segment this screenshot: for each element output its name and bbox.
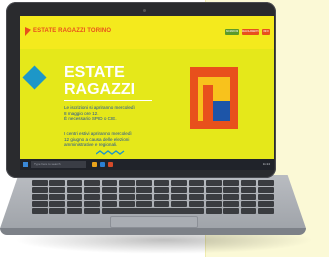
system-tray-clock[interactable]: 11:24 [263, 162, 270, 166]
keyboard-key [206, 187, 222, 193]
site-logo[interactable]: ESTATE RAGAZZI TORINO [33, 28, 111, 34]
keyboard-key [32, 208, 48, 214]
hero-paragraph-registration: Le iscrizioni si apriranno mercoledì 8 m… [64, 105, 135, 122]
keyboard-key [171, 201, 187, 207]
keyboard-key [188, 187, 205, 193]
nav-iscrizioni-button[interactable]: ISCRIZIONI [225, 29, 239, 35]
browser-icon[interactable] [100, 162, 105, 167]
laptop-lid: ESTATE RAGAZZI TORINO ISCRIZIONI REGOLAM… [6, 2, 276, 178]
title-underline [64, 100, 152, 101]
keyboard-key [66, 187, 83, 193]
keyboard-key [240, 194, 257, 200]
keyboard-key [49, 187, 65, 193]
hero-title-line1: ESTATE [64, 64, 125, 81]
keyboard-key [223, 208, 239, 214]
keyboard-key [206, 180, 222, 186]
keyboard-key [101, 201, 118, 207]
logo-flag-icon [25, 27, 31, 36]
keyboard-key [32, 201, 48, 207]
keyboard-key [119, 194, 135, 200]
keyboard-key [206, 194, 222, 200]
hero-illustration [190, 67, 238, 129]
windows-taskbar: Type here to search 11:24 [20, 159, 274, 170]
keyboard-key [66, 194, 83, 200]
keyboard-key [240, 201, 257, 207]
keyboard-key [101, 194, 118, 200]
keyboard-key [119, 187, 135, 193]
keyboard-key [223, 201, 239, 207]
keyboard-key [84, 201, 100, 207]
file-explorer-icon[interactable] [92, 162, 97, 167]
keyboard-key [119, 180, 135, 186]
keyboard-key [240, 208, 257, 214]
keyboard-key [136, 180, 152, 186]
keyboard-key [223, 187, 239, 193]
laptop-base-edge [0, 228, 306, 235]
keyboard-key [49, 194, 65, 200]
keyboard-key [119, 201, 135, 207]
start-windows-icon[interactable] [23, 162, 28, 167]
keyboard-key [171, 194, 187, 200]
wave-decoration-icon [96, 150, 125, 155]
keyboard-key [188, 180, 205, 186]
diamond-shape-icon [22, 65, 47, 90]
keyboard-key [153, 194, 170, 200]
keyboard-key [136, 201, 152, 207]
keyboard-key [258, 201, 274, 207]
keyboard-key [223, 194, 239, 200]
keyboard-key [101, 180, 118, 186]
keyboard-key [153, 180, 170, 186]
hero-title-line2: RAGAZZI [64, 81, 136, 98]
hero-banner: ESTATE RAGAZZI Le iscrizioni si aprirann… [20, 49, 274, 159]
keyboard-key [153, 187, 170, 193]
keyboard-key [240, 187, 257, 193]
illustration-orange-block [203, 85, 213, 121]
site-header: ESTATE RAGAZZI TORINO ISCRIZIONI REGOLAM… [20, 16, 274, 49]
webcam-icon [143, 9, 146, 12]
keyboard-key [223, 180, 239, 186]
keyboard-key [258, 180, 274, 186]
hero-paragraph-opening: I centri estivi apriranno mercoledì 12 g… [64, 131, 132, 148]
keyboard-key [206, 208, 222, 214]
keyboard-key [101, 208, 204, 214]
keyboard-key [171, 187, 187, 193]
taskbar-search-input[interactable]: Type here to search [31, 161, 86, 168]
laptop-keyboard [30, 180, 276, 216]
app-icon[interactable] [108, 162, 113, 167]
keyboard-key [153, 201, 170, 207]
keyboard-key [32, 187, 48, 193]
keyboard-key [171, 180, 187, 186]
keyboard-key [240, 180, 257, 186]
keyboard-key [258, 194, 274, 200]
keyboard-key [32, 194, 48, 200]
keyboard-key [188, 201, 205, 207]
keyboard-key [49, 201, 65, 207]
laptop-trackpad [110, 216, 198, 228]
keyboard-key [84, 180, 100, 186]
laptop-screen: ESTATE RAGAZZI TORINO ISCRIZIONI REGOLAM… [20, 16, 274, 170]
keyboard-key [66, 180, 83, 186]
keyboard-key [84, 194, 100, 200]
keyboard-key [206, 201, 222, 207]
keyboard-key [258, 187, 274, 193]
keyboard-key [49, 208, 65, 214]
keyboard-key [66, 208, 83, 214]
keyboard-key [101, 187, 118, 193]
keyboard-key [188, 194, 205, 200]
nav-info-button[interactable]: INFO [262, 29, 270, 35]
keyboard-key [84, 208, 100, 214]
taskbar-search-placeholder: Type here to search [34, 162, 61, 166]
keyboard-key [136, 194, 152, 200]
keyboard-key [32, 180, 48, 186]
keyboard-key [84, 187, 100, 193]
keyboard-key [258, 208, 274, 214]
keyboard-key [49, 180, 65, 186]
keyboard-key [136, 187, 152, 193]
illustration-blue-block [213, 101, 230, 121]
nav-regolamento-button[interactable]: REGOLAMENTO [242, 29, 259, 35]
keyboard-key [66, 201, 83, 207]
